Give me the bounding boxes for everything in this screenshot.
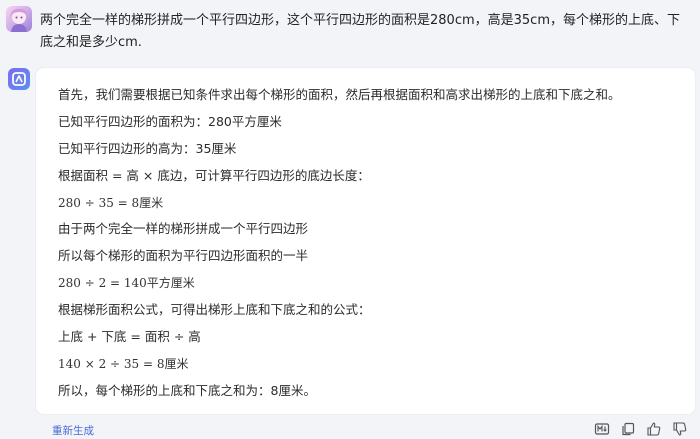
answer-line-height: 已知平行四边形的高为：35厘米 bbox=[58, 140, 237, 156]
answer-line-area: 已知平行四边形的面积为：280平方厘米 bbox=[58, 113, 282, 129]
answer-line-formula-base: 根据面积 = 高 × 底边，可计算平行四边形的底边长度： bbox=[58, 167, 370, 183]
answer-line-intro: 首先，我们需要根据已知条件求出每个梯形的面积，然后再根据面积和高求出梯形的上底和… bbox=[58, 87, 621, 102]
answer-line-trapezoid-formula: 根据梯形面积公式，可得出梯形上底和下底之和的公式： bbox=[58, 302, 371, 318]
thumbs-up-icon[interactable] bbox=[646, 421, 662, 437]
answer-line-calc-base: 280 ÷ 35 = 8厘米 bbox=[58, 195, 164, 210]
anime-avatar-icon bbox=[10, 8, 28, 32]
user-message: 两个完全一样的梯形拼成一个平行四边形，这个平行四边形的面积是280cm，高是35… bbox=[6, 6, 696, 54]
answer-line-calc-sum: 140 × 2 ÷ 35 = 8厘米 bbox=[58, 356, 189, 371]
regenerate-button[interactable]: 重新生成 bbox=[52, 423, 94, 438]
markdown-icon[interactable] bbox=[594, 421, 610, 437]
answer-line-half: 所以每个梯形的面积为平行四边形面积的一半 bbox=[58, 248, 309, 264]
answer-line-reason: 由于两个完全一样的梯形拼成一个平行四边形 bbox=[58, 221, 309, 237]
answer-line-calc-area: 280 ÷ 2 = 140平方厘米 bbox=[58, 276, 195, 291]
answer-line-sum-formula: 上底 + 下底 = 面积 ÷ 高 bbox=[58, 329, 201, 345]
thumbs-down-icon[interactable] bbox=[672, 421, 688, 437]
answer-line-conclusion: 所以，每个梯形的上底和下底之和为：8厘米。 bbox=[58, 382, 316, 398]
assistant-logo-icon bbox=[12, 72, 26, 86]
chat-page: 两个完全一样的梯形拼成一个平行四边形，这个平行四边形的面积是280cm，高是35… bbox=[0, 0, 700, 439]
assistant-answer-card: 首先，我们需要根据已知条件求出每个梯形的面积，然后再根据面积和高求出梯形的上底和… bbox=[36, 68, 695, 414]
assistant-avatar bbox=[8, 68, 30, 90]
answer-actions bbox=[594, 420, 688, 438]
user-message-text: 两个完全一样的梯形拼成一个平行四边形，这个平行四边形的面积是280cm，高是35… bbox=[40, 13, 680, 50]
copy-icon[interactable] bbox=[620, 421, 636, 437]
user-avatar bbox=[6, 6, 32, 32]
answer-content: 首先，我们需要根据已知条件求出每个梯形的面积，然后再根据面积和高求出梯形的上底和… bbox=[58, 82, 678, 405]
